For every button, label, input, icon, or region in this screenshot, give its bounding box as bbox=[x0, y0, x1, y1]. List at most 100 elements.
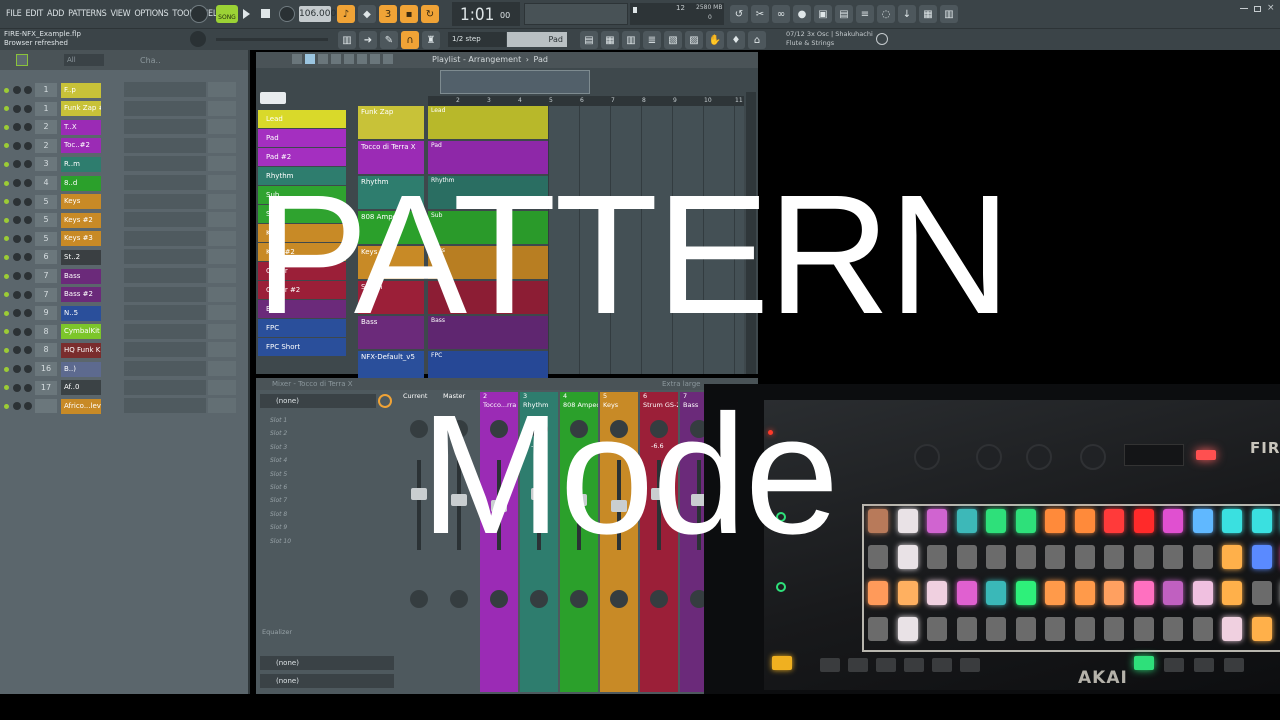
grid-pad[interactable] bbox=[1015, 545, 1036, 569]
grid-pad[interactable] bbox=[1045, 545, 1065, 569]
channel-led[interactable] bbox=[4, 273, 9, 279]
channel-name[interactable]: 8..d bbox=[61, 175, 101, 191]
volume-knob[interactable] bbox=[24, 234, 32, 243]
mixer-preset-bottom2[interactable]: (none) bbox=[260, 674, 394, 688]
pattern-item[interactable]: Strum bbox=[358, 281, 424, 314]
pan-knob[interactable] bbox=[13, 216, 21, 225]
rack-filter[interactable]: All bbox=[64, 54, 104, 66]
playlist-icon[interactable]: ▤ bbox=[580, 31, 598, 49]
grid-pad[interactable] bbox=[1251, 617, 1272, 641]
select-tool-icon[interactable] bbox=[305, 54, 315, 64]
volume-knob[interactable] bbox=[24, 309, 32, 318]
grid-pad[interactable] bbox=[1045, 581, 1065, 605]
grid-pad[interactable] bbox=[1163, 509, 1183, 533]
channel-number[interactable]: 17 bbox=[35, 380, 57, 395]
step-sequencer[interactable] bbox=[124, 323, 206, 339]
encoder-knob-4[interactable] bbox=[1080, 444, 1106, 470]
strip-send-knob[interactable] bbox=[650, 590, 668, 608]
mixer-strip[interactable]: 2Tocco...rra X bbox=[480, 392, 518, 692]
save-icon[interactable]: ▣ bbox=[814, 5, 832, 23]
step-sequencer[interactable] bbox=[124, 398, 206, 414]
fader-cap[interactable] bbox=[451, 494, 467, 506]
grid-pad[interactable] bbox=[1015, 509, 1036, 533]
grid-pad[interactable] bbox=[1163, 545, 1183, 569]
effect-slot[interactable]: Slot 9 bbox=[260, 521, 394, 534]
plugin-icon[interactable]: ▥ bbox=[940, 5, 958, 23]
grid-pad[interactable] bbox=[986, 545, 1006, 569]
channel-row[interactable]: 5 Keys bbox=[4, 194, 101, 210]
strip-pan-knob[interactable] bbox=[610, 420, 628, 438]
channel-number[interactable]: 2 bbox=[35, 120, 57, 135]
pencil-tool-icon[interactable] bbox=[292, 54, 302, 64]
grid-pad[interactable] bbox=[1104, 545, 1124, 569]
channel-led[interactable] bbox=[4, 124, 9, 130]
volume-knob[interactable] bbox=[24, 383, 32, 392]
hw-button-1[interactable] bbox=[820, 658, 840, 672]
master-volume-knob[interactable] bbox=[190, 31, 206, 47]
grid-pad[interactable] bbox=[1222, 509, 1242, 533]
hw-button-2[interactable] bbox=[848, 658, 868, 672]
step-sequencer[interactable] bbox=[124, 249, 206, 265]
song-mode-button[interactable]: SONG bbox=[216, 5, 238, 23]
strip-send-knob[interactable] bbox=[530, 590, 548, 608]
hw-button-5[interactable] bbox=[932, 658, 952, 672]
channel-name[interactable]: N..5 bbox=[61, 305, 101, 321]
wait-input-icon[interactable]: ◆ bbox=[358, 5, 376, 23]
volume-knob[interactable] bbox=[24, 290, 32, 299]
arrangement-clip[interactable]: Keys bbox=[428, 246, 548, 279]
channel-name[interactable]: Af..0 bbox=[61, 380, 101, 396]
time-display[interactable]: 1:01 00 bbox=[452, 2, 520, 26]
strip-pan-knob[interactable] bbox=[450, 420, 468, 438]
effect-slot[interactable]: Slot 5 bbox=[260, 468, 394, 481]
channel-target[interactable] bbox=[208, 119, 236, 135]
channel-row[interactable]: 2 Toc..#2 bbox=[4, 138, 101, 154]
track-header[interactable]: Bass bbox=[258, 300, 346, 318]
grid-pad[interactable] bbox=[1251, 509, 1272, 533]
pat-song-toggle[interactable] bbox=[190, 5, 208, 23]
metronome-icon[interactable]: ♪ bbox=[337, 5, 355, 23]
strip-send-knob[interactable] bbox=[490, 590, 508, 608]
channel-name[interactable]: R..m bbox=[61, 156, 101, 172]
channel-row[interactable]: 7 Bass #2 bbox=[4, 287, 101, 303]
pan-knob[interactable] bbox=[13, 365, 21, 373]
pattern-item[interactable]: Keys bbox=[358, 246, 424, 279]
grid-pad[interactable] bbox=[1104, 581, 1124, 605]
step-sequencer[interactable] bbox=[124, 286, 206, 302]
grid-pad[interactable] bbox=[1133, 509, 1154, 533]
channel-name[interactable]: CymbalKit bbox=[61, 324, 101, 340]
mixer-strip[interactable]: Current bbox=[400, 392, 438, 692]
channel-row[interactable]: 2 T..X bbox=[4, 119, 101, 135]
pan-knob[interactable] bbox=[13, 104, 21, 113]
tuner-icon[interactable]: ♦ bbox=[727, 31, 745, 49]
menu-view[interactable]: VIEW bbox=[108, 9, 132, 19]
channel-target[interactable] bbox=[208, 230, 236, 246]
loop-record-icon[interactable]: ↻ bbox=[421, 5, 439, 23]
grid-pad[interactable] bbox=[1192, 617, 1213, 641]
channel-name[interactable]: Keys #3 bbox=[61, 231, 101, 247]
channel-led[interactable] bbox=[4, 385, 9, 391]
channel-name[interactable]: T..X bbox=[61, 119, 101, 135]
pan-knob[interactable] bbox=[13, 179, 21, 187]
hw-button-8[interactable] bbox=[1194, 658, 1214, 672]
arrangement-clip[interactable]: Pad bbox=[428, 141, 548, 174]
volume-knob[interactable] bbox=[24, 141, 32, 150]
channel-number[interactable]: 8 bbox=[35, 343, 57, 358]
channel-name[interactable]: Toc..#2 bbox=[61, 138, 101, 154]
pan-knob[interactable] bbox=[13, 160, 21, 169]
step-sequencer[interactable] bbox=[124, 379, 206, 395]
step-sequencer[interactable] bbox=[124, 361, 206, 376]
channel-led[interactable] bbox=[4, 403, 9, 409]
channel-led[interactable] bbox=[4, 217, 9, 223]
pattern-item[interactable]: Bass bbox=[358, 316, 424, 349]
play-tool-icon[interactable] bbox=[383, 54, 393, 64]
track-header[interactable]: Pad #2 bbox=[258, 148, 346, 166]
grid-pad[interactable] bbox=[897, 545, 918, 569]
pan-knob[interactable] bbox=[13, 383, 21, 392]
channel-number[interactable] bbox=[35, 399, 57, 414]
channel-target[interactable] bbox=[208, 193, 236, 209]
grid-pad[interactable] bbox=[1222, 617, 1242, 641]
grid-pad[interactable] bbox=[1045, 509, 1065, 533]
effect-slot[interactable]: Slot 8 bbox=[260, 508, 394, 521]
mixer-preset-top[interactable]: (none) bbox=[260, 394, 376, 408]
pan-knob[interactable] bbox=[13, 234, 21, 243]
